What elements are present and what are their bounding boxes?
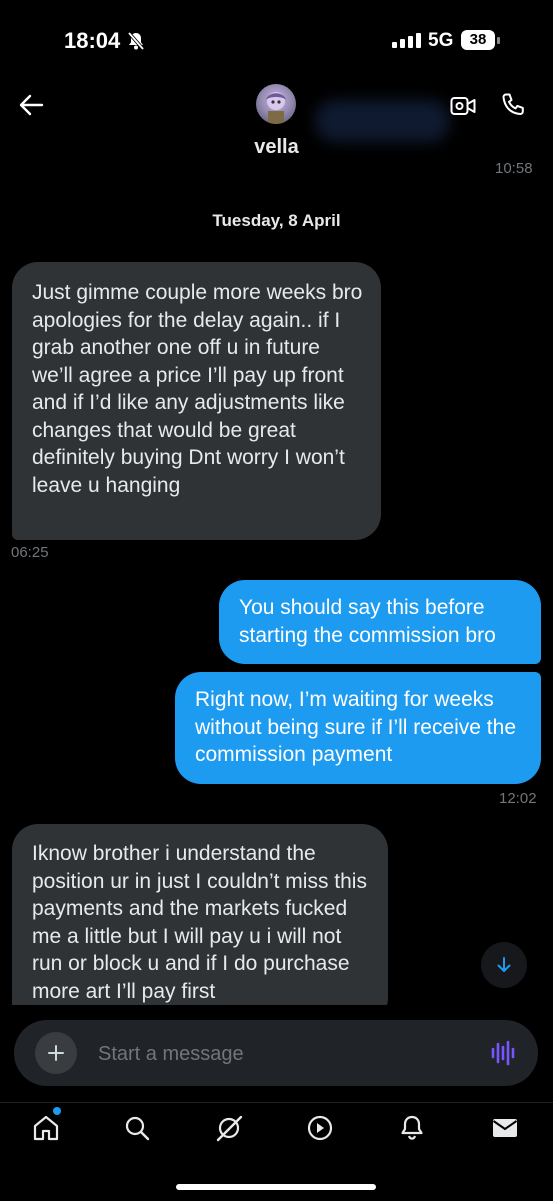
battery-nub	[497, 37, 500, 44]
add-attachment-button[interactable]	[35, 1032, 77, 1074]
nav-notifications[interactable]	[392, 1108, 432, 1148]
bell-slash-icon	[127, 31, 145, 51]
nav-grok[interactable]	[209, 1108, 249, 1148]
sent-message[interactable]: You should say this before starting the …	[219, 580, 541, 664]
status-time: 18:04	[64, 28, 121, 53]
scroll-to-bottom-button[interactable]	[481, 942, 527, 988]
received-message[interactable]: Just gimme couple more weeks bro apologi…	[12, 262, 381, 540]
home-icon	[33, 1115, 59, 1141]
search-icon	[125, 1116, 150, 1141]
nav-search[interactable]	[117, 1108, 157, 1148]
received-message[interactable]: Iknow brother i understand the position …	[12, 824, 388, 1024]
notifications-icon	[401, 1115, 423, 1140]
video-icon	[307, 1115, 333, 1141]
contact-name[interactable]: vella	[0, 136, 553, 159]
previous-timestamp: 10:58	[495, 163, 533, 175]
grok-icon	[216, 1115, 243, 1142]
signal-icon	[392, 33, 421, 48]
plus-icon	[48, 1045, 64, 1061]
voice-wave-icon[interactable]	[490, 1038, 516, 1068]
notification-dot	[53, 1107, 61, 1115]
home-indicator	[176, 1184, 376, 1190]
date-separator: Tuesday, 8 April	[212, 211, 341, 230]
arrow-down-icon	[497, 957, 511, 972]
avatar[interactable]	[256, 84, 296, 124]
messages-icon	[492, 1119, 518, 1137]
nav-video[interactable]	[300, 1108, 340, 1148]
nav-messages[interactable]	[485, 1108, 525, 1148]
back-arrow-icon[interactable]	[18, 92, 44, 118]
message-timestamp: 06:25	[11, 544, 49, 561]
video-call-icon[interactable]	[450, 94, 476, 118]
sent-message[interactable]: Right now, I’m waiting for weeks without…	[175, 672, 541, 784]
battery-icon: 38	[461, 30, 495, 50]
network-label: 5G	[428, 30, 454, 51]
phone-icon[interactable]	[500, 92, 526, 118]
message-timestamp: 12:02	[499, 790, 537, 807]
nav-home[interactable]	[26, 1108, 66, 1148]
redacted-blur	[315, 100, 450, 142]
message-input[interactable]	[98, 1040, 468, 1068]
